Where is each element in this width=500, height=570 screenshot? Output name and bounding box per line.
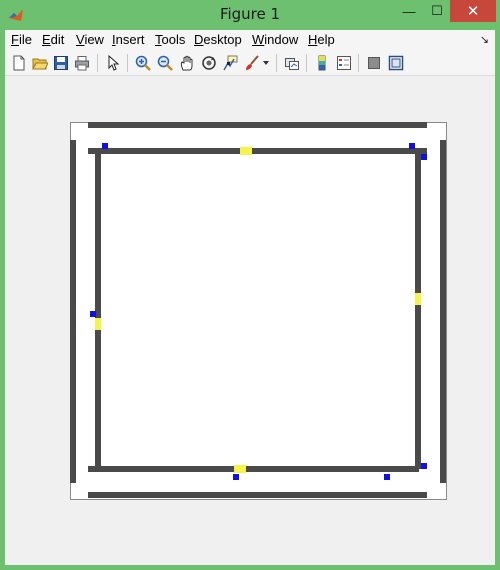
insert-legend-icon[interactable] (334, 53, 354, 73)
save-icon[interactable] (51, 53, 71, 73)
blue-marker (384, 474, 390, 480)
toolbar-separator (97, 54, 98, 72)
plot-area (70, 122, 446, 498)
title-bar[interactable]: Figure 1 — ☐ ✕ (0, 0, 500, 30)
dock-figure-icon[interactable]: ↘ (480, 33, 489, 46)
hide-plot-tools-icon[interactable] (364, 53, 384, 73)
pan-icon[interactable] (177, 53, 197, 73)
menu-help[interactable]: Help (308, 32, 335, 47)
figure-window: Figure 1 — ☐ ✕ File Edit View Insert Too… (0, 0, 500, 570)
maximize-icon: ☐ (431, 3, 443, 18)
toolbar-separator (127, 54, 128, 72)
print-icon[interactable] (72, 53, 92, 73)
new-figure-icon[interactable] (9, 53, 29, 73)
minimize-button[interactable]: — (394, 0, 424, 22)
menu-desktop[interactable]: Desktop (194, 32, 242, 47)
toolbar-separator (276, 54, 277, 72)
toolbar-separator (358, 54, 359, 72)
yellow-marker (415, 293, 421, 305)
blue-marker (102, 143, 108, 149)
show-plot-tools-icon[interactable] (386, 53, 406, 73)
menu-file[interactable]: File (11, 32, 32, 47)
yellow-marker (234, 465, 246, 473)
rotate-3d-icon[interactable] (199, 53, 219, 73)
minimize-icon: — (402, 3, 416, 19)
zoom-in-icon[interactable] (133, 53, 153, 73)
menu-bar: File Edit View Insert Tools Desktop Wind… (5, 30, 495, 50)
yellow-marker (240, 147, 252, 155)
open-file-icon[interactable] (30, 53, 50, 73)
zoom-out-icon[interactable] (155, 53, 175, 73)
blue-marker (90, 311, 96, 317)
brush-dropdown-icon[interactable] (261, 53, 271, 73)
yellow-marker (95, 318, 101, 330)
brush-icon[interactable] (242, 53, 262, 73)
edit-plot-icon[interactable] (103, 53, 123, 73)
markers-group (90, 143, 427, 480)
maximize-button[interactable]: ☐ (424, 0, 450, 22)
data-cursor-icon[interactable] (220, 53, 240, 73)
close-button[interactable]: ✕ (450, 0, 496, 22)
insert-colorbar-icon[interactable] (312, 53, 332, 73)
menu-edit[interactable]: Edit (42, 32, 64, 47)
blue-marker (409, 143, 415, 149)
blue-marker (233, 474, 239, 480)
menu-insert[interactable]: Insert (112, 32, 145, 47)
menu-tools[interactable]: Tools (155, 32, 185, 47)
blue-marker (421, 463, 427, 469)
link-plot-icon[interactable] (282, 53, 302, 73)
blue-marker (421, 154, 427, 160)
figure-toolbar (5, 50, 495, 76)
menu-view[interactable]: View (76, 32, 104, 47)
close-icon: ✕ (466, 3, 480, 20)
walls-group (70, 122, 446, 498)
menu-window[interactable]: Window (252, 32, 298, 47)
toolbar-separator (306, 54, 307, 72)
